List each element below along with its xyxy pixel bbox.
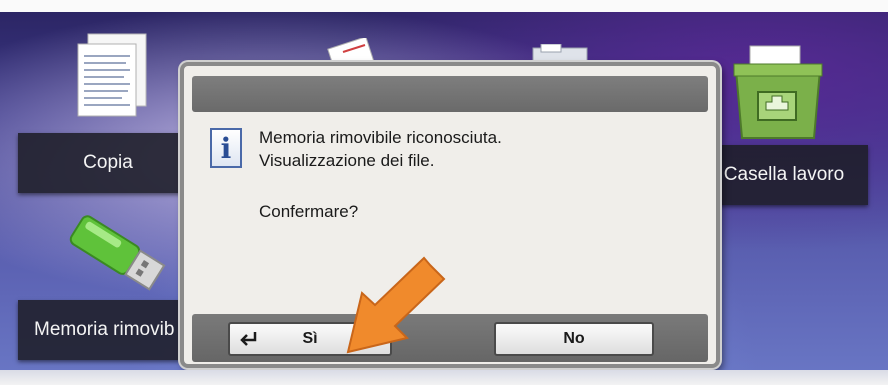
- no-button[interactable]: No: [494, 322, 654, 356]
- dialog-header: [192, 76, 708, 112]
- screen-bezel-bottom: [0, 370, 888, 385]
- tile-casella-lavoro[interactable]: Casella lavoro: [700, 145, 868, 205]
- confirm-dialog: i Memoria rimovibile riconosciuta. Visua…: [180, 62, 720, 368]
- tile-memoria-label: Memoria rimovib: [34, 319, 175, 340]
- screen-bezel-top: [0, 0, 888, 12]
- tile-memoria-rimovibile[interactable]: Memoria rimovib: [18, 300, 188, 360]
- dialog-message-line-1: Memoria rimovibile riconosciuta.: [259, 128, 502, 147]
- dialog-footer: Sì No: [192, 314, 708, 362]
- enter-icon: [240, 332, 257, 346]
- dialog-question: Confermare?: [259, 202, 359, 221]
- copy-icon[interactable]: [66, 30, 158, 130]
- tile-copia-label: Copia: [83, 152, 133, 173]
- yes-button-label: Sì: [302, 330, 318, 347]
- job-box-icon[interactable]: [728, 40, 828, 144]
- dialog-message-line-2: Visualizzazione dei file.: [259, 151, 435, 170]
- tile-casella-label: Casella lavoro: [723, 164, 845, 185]
- yes-button[interactable]: Sì: [228, 322, 392, 356]
- usb-drive-icon[interactable]: [60, 200, 172, 304]
- printer-home-screen: Copia Casella lavoro Memoria rimovib i M…: [0, 0, 888, 385]
- tile-copia[interactable]: Copia: [18, 133, 198, 193]
- info-icon: i: [210, 128, 242, 168]
- no-button-label: No: [563, 330, 585, 347]
